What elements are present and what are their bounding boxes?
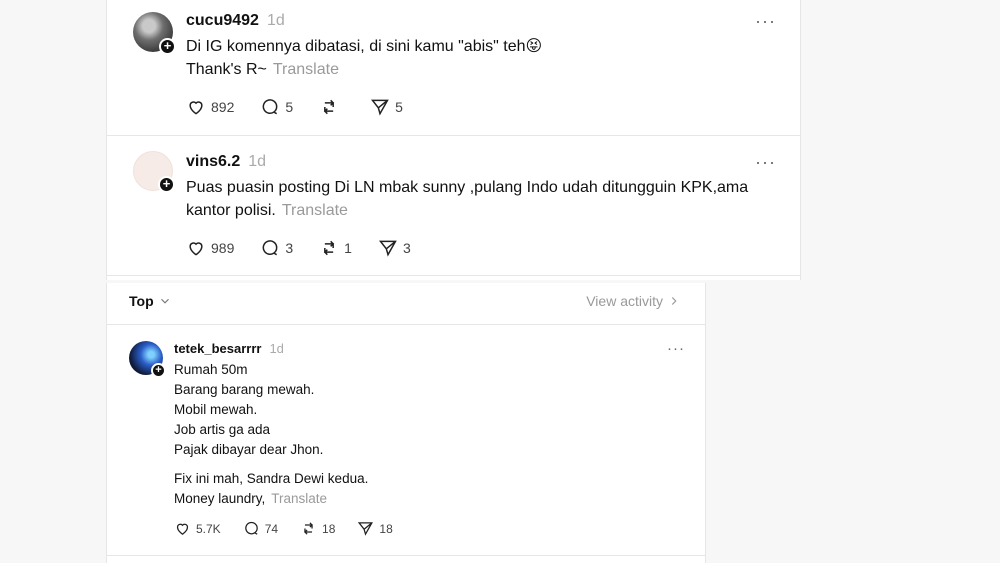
- post-text-line: Job artis ga ada: [174, 422, 271, 437]
- post-text-line: Rumah 50m: [174, 362, 248, 377]
- thread-panel-top: + cucu9492 1d ··· Di IG komennya dibatasi…: [106, 0, 801, 280]
- comment-icon: [262, 240, 278, 256]
- username[interactable]: cucu9492 1d: [186, 12, 285, 30]
- avatar[interactable]: +: [133, 151, 175, 193]
- chevron-right-icon: [671, 297, 677, 305]
- repost-icon: [323, 240, 335, 256]
- like-button[interactable]: 892: [186, 97, 234, 117]
- send-icon: [371, 99, 389, 116]
- post-text-line: Thank's R~ Translate: [186, 61, 339, 78]
- reply-button[interactable]: 5: [260, 97, 293, 117]
- more-icon[interactable]: ···: [667, 341, 685, 356]
- post-vins6-2: + vins6.2 1d ··· Puas puasin posting Di L…: [107, 136, 800, 276]
- post-actions: 5.7K 74 18 18: [174, 520, 419, 537]
- heart-icon: [176, 523, 189, 535]
- post-text: Puas puasin posting Di LN mbak sunny ,pu…: [186, 176, 748, 222]
- post-text-line: Di IG komennya dibatasi, di sini kamu "a…: [186, 38, 543, 55]
- like-count: 989: [211, 240, 235, 256]
- post-actions: 989 3 1 3: [186, 238, 437, 258]
- repost-button[interactable]: 1: [319, 238, 352, 258]
- heart-icon: [189, 101, 203, 115]
- avatar[interactable]: +: [129, 341, 166, 378]
- post-time: 1d: [266, 12, 285, 29]
- username[interactable]: vins6.2 1d: [186, 153, 266, 171]
- post-text-line: Barang barang mewah.: [174, 382, 315, 397]
- repost-button[interactable]: [319, 97, 344, 117]
- follow-plus-icon[interactable]: +: [159, 38, 176, 55]
- share-button[interactable]: 5: [370, 97, 403, 117]
- reply-button[interactable]: 3: [260, 238, 293, 258]
- post-text-line: Puas puasin posting Di LN mbak sunny ,pu…: [186, 179, 749, 196]
- reply-count: 3: [285, 240, 294, 256]
- post-time: 1d: [248, 153, 267, 170]
- comment-icon: [262, 99, 278, 115]
- repost-count: 1: [344, 240, 352, 256]
- avatar[interactable]: +: [133, 12, 176, 55]
- view-activity-label: View activity: [586, 293, 663, 309]
- post-text-line: Pajak dibayar dear Jhon.: [174, 442, 324, 457]
- post-text-line: Money laundry, Translate: [174, 491, 328, 506]
- share-count: 18: [379, 521, 393, 536]
- repost-count: 18: [322, 521, 336, 536]
- reply-count: 74: [264, 521, 279, 536]
- more-icon[interactable]: ···: [755, 12, 776, 30]
- share-count: 3: [402, 240, 411, 256]
- post-cucu9492: + cucu9492 1d ··· Di IG komennya dibatasi…: [107, 0, 800, 135]
- share-count: 5: [395, 99, 403, 115]
- replies-toolbar: Top View activity: [107, 283, 705, 325]
- share-button[interactable]: 18: [357, 520, 393, 537]
- like-count: 892: [211, 99, 235, 115]
- view-activity-link[interactable]: View activity: [586, 293, 681, 309]
- post-actions: 892 5 5: [186, 97, 429, 117]
- translate-link[interactable]: Translate: [282, 202, 348, 219]
- repost-button[interactable]: 18: [300, 520, 335, 537]
- post-time: 1d: [269, 341, 284, 356]
- chevron-down-icon: [160, 298, 169, 304]
- post-tetek-besarrrr: + tetek_besarrrr 1d ··· Rumah 50m Barang …: [107, 326, 705, 556]
- follow-plus-icon[interactable]: +: [151, 363, 166, 378]
- divider: [107, 555, 705, 556]
- repost-icon: [304, 522, 313, 535]
- reply-count: 5: [285, 99, 294, 115]
- send-icon: [378, 240, 397, 257]
- reply-button[interactable]: 74: [243, 520, 278, 537]
- send-icon: [358, 522, 374, 536]
- sort-label: Top: [129, 293, 154, 309]
- divider: [107, 275, 800, 276]
- like-button[interactable]: 989: [186, 238, 234, 258]
- username[interactable]: tetek_besarrrr 1d: [174, 341, 284, 356]
- repost-icon: [323, 99, 335, 115]
- follow-plus-icon[interactable]: +: [158, 176, 175, 193]
- post-text: Di IG komennya dibatasi, di sini kamu "a…: [186, 35, 542, 81]
- sort-dropdown[interactable]: Top: [129, 293, 172, 309]
- comment-icon: [244, 521, 258, 535]
- translate-link[interactable]: Translate: [273, 61, 339, 78]
- translate-link[interactable]: Translate: [271, 491, 327, 506]
- heart-icon: [189, 242, 203, 256]
- post-text-line: Fix ini mah, Sandra Dewi kedua.: [174, 471, 369, 486]
- like-count: 5.7K: [196, 521, 221, 536]
- share-button[interactable]: 3: [378, 238, 411, 258]
- post-text-line: kantor polisi. Translate: [186, 202, 348, 219]
- like-button[interactable]: 5.7K: [174, 520, 221, 537]
- more-icon[interactable]: ···: [755, 153, 776, 171]
- thread-panel-bottom: Top View activity + tetek_besarrrr 1d ···…: [106, 283, 706, 563]
- post-text-line: Mobil mewah.: [174, 402, 258, 417]
- post-text: Rumah 50m Barang barang mewah. Mobil mew…: [174, 360, 368, 509]
